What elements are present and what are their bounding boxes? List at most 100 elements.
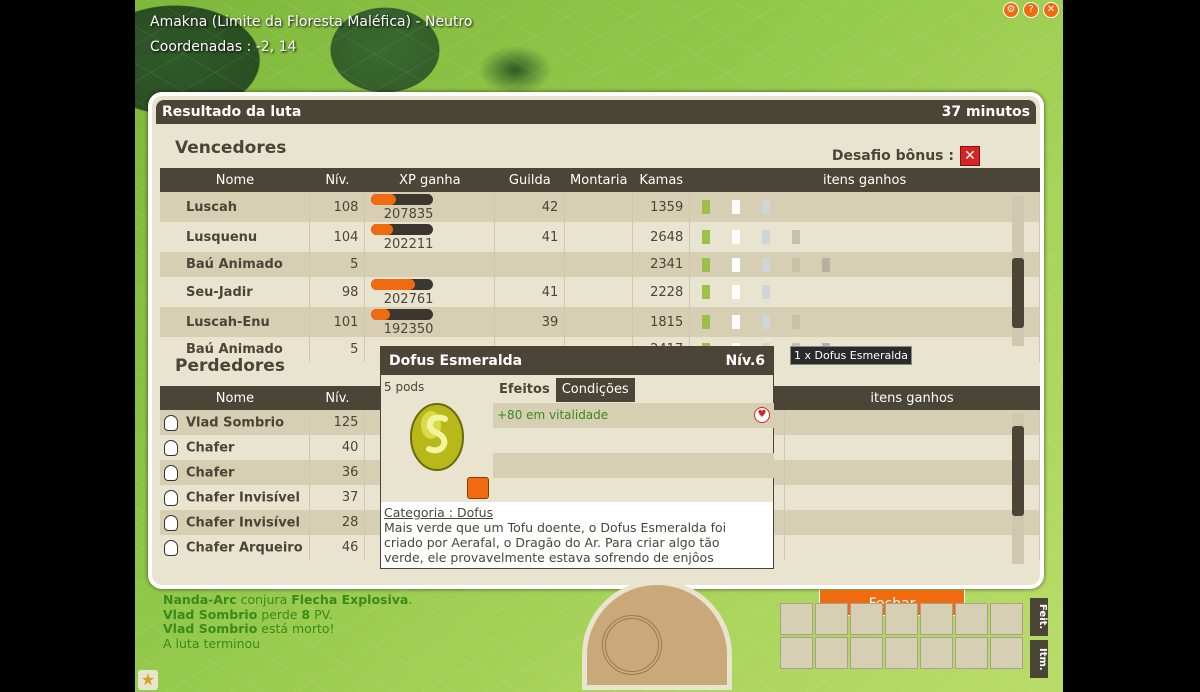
cell-name[interactable]: Vlad Sombrio	[160, 410, 311, 435]
cell-name[interactable]: Baú Animado	[160, 252, 311, 277]
inv-slot[interactable]	[920, 603, 953, 635]
inv-slot[interactable]	[885, 637, 918, 669]
skull-icon	[164, 439, 178, 456]
loot-item-icon[interactable]	[786, 315, 807, 329]
loot-item-icon[interactable]	[726, 200, 747, 214]
loot-item-icon[interactable]	[756, 257, 777, 272]
winners-scrollbar[interactable]	[1012, 196, 1024, 346]
loot-item-icon[interactable]	[726, 257, 747, 272]
cell-name[interactable]: Chafer Invisível	[160, 485, 311, 510]
cell-xp: 207835	[364, 192, 496, 222]
loot-item-icon[interactable]	[696, 315, 717, 329]
inv-slot[interactable]	[815, 637, 848, 669]
inv-slot[interactable]	[815, 603, 848, 635]
cell-name[interactable]: Chafer Invisível	[160, 510, 311, 535]
tab-itens[interactable]: Itm.	[1030, 640, 1048, 678]
col-items[interactable]: itens ganhos	[689, 168, 1040, 192]
cell-mount	[564, 252, 634, 277]
loot-item-icon[interactable]	[696, 257, 717, 272]
cell-name[interactable]: Chafer	[160, 435, 311, 460]
loot-item-icon[interactable]	[816, 257, 837, 272]
tab-feitos[interactable]: Feit.	[1030, 598, 1048, 636]
col-guild[interactable]: Guilda	[494, 168, 565, 192]
col-kamas[interactable]: Kamas	[632, 168, 690, 192]
cell-name[interactable]: Luscah	[160, 192, 311, 222]
cell-name[interactable]: Seu-Jadir	[160, 277, 311, 307]
item-popup-header: Dofus Esmeralda Nív.6	[381, 347, 773, 375]
col-name[interactable]: Nome	[160, 168, 310, 192]
cell-name[interactable]: Lusquenu	[160, 222, 311, 252]
chat-text: conjura	[236, 592, 292, 607]
inv-slot[interactable]	[885, 603, 918, 635]
loot-item-icon[interactable]	[786, 230, 807, 244]
tab-conditions[interactable]: Condições	[555, 378, 635, 402]
cell-kamas: 2341	[632, 252, 691, 277]
help-icon[interactable]: ?	[1023, 2, 1039, 18]
xp-value: 207835	[383, 207, 434, 222]
col-level[interactable]: Nív.	[309, 386, 365, 410]
col-items[interactable]: itens ganhos	[784, 386, 1040, 410]
loot-item-icon[interactable]	[696, 285, 717, 299]
inv-slot[interactable]	[955, 603, 988, 635]
inv-slot[interactable]	[920, 637, 953, 669]
inv-slot[interactable]	[990, 637, 1023, 669]
chat-text: está morto!	[257, 621, 335, 636]
cell-level: 40	[309, 435, 366, 460]
winners-title: Vencedores	[175, 138, 287, 158]
losers-scrollbar[interactable]	[1012, 414, 1024, 564]
cell-level: 101	[309, 307, 366, 337]
item-tabs: Efeitos Condições	[493, 378, 635, 402]
inv-slot[interactable]	[780, 603, 813, 635]
dialog-title: Resultado da luta	[162, 104, 302, 120]
cell-kamas: 1815	[632, 307, 691, 337]
cell-items	[689, 252, 1040, 277]
item-tooltip: 1 x Dofus Esmeralda	[790, 346, 912, 365]
cell-name[interactable]: Chafer	[160, 460, 311, 485]
loot-item-icon[interactable]	[696, 230, 717, 244]
inv-slot[interactable]	[850, 603, 883, 635]
loot-item-icon[interactable]	[726, 315, 747, 329]
cell-items	[784, 535, 1040, 560]
dofus-esmeralda-icon	[410, 403, 464, 471]
zoom-icon[interactable]	[467, 477, 489, 499]
xp-value: 202761	[383, 292, 434, 307]
loot-item-icon[interactable]	[756, 200, 777, 214]
favorite-star-icon[interactable]: ★	[138, 670, 158, 690]
cell-level: 125	[309, 410, 366, 435]
chat-line: A luta terminou	[163, 635, 261, 651]
cell-name[interactable]: Chafer Arqueiro	[160, 535, 311, 560]
winner-row: Luscah-Enu 101 192350 39 1815	[160, 307, 1040, 337]
col-xp[interactable]: XP ganha	[364, 168, 495, 192]
skull-icon	[164, 464, 178, 481]
loot-item-icon[interactable]	[696, 200, 717, 214]
loot-item-icon[interactable]	[756, 230, 777, 244]
minimap-feature	[602, 615, 662, 675]
chat-actor[interactable]: Vlad Sombrio	[163, 621, 257, 636]
skull-icon	[164, 539, 178, 556]
options-icon[interactable]: ⚙	[1003, 2, 1019, 18]
loser-name: Chafer Arqueiro	[186, 540, 303, 555]
loot-item-icon[interactable]	[756, 315, 777, 329]
col-mount[interactable]: Montaria	[564, 168, 633, 192]
close-icon[interactable]: ✕	[1043, 2, 1059, 18]
window-buttons: ⚙ ? ✕	[1003, 2, 1059, 18]
inv-slot[interactable]	[955, 637, 988, 669]
chat-actor[interactable]: Nanda-Arc	[163, 592, 237, 607]
item-level: Nív.6	[725, 353, 765, 369]
col-level[interactable]: Nív.	[309, 168, 365, 192]
col-name[interactable]: Nome	[160, 386, 310, 410]
cell-name[interactable]: Luscah-Enu	[160, 307, 311, 337]
inv-slot[interactable]	[990, 603, 1023, 635]
loot-item-icon[interactable]	[756, 285, 777, 299]
chat-spell[interactable]: Flecha Explosiva	[291, 592, 408, 607]
loot-item-icon[interactable]	[726, 285, 747, 299]
inv-slot[interactable]	[850, 637, 883, 669]
xp-value: 192350	[383, 322, 434, 337]
tab-effects[interactable]: Efeitos	[493, 378, 556, 402]
cell-items	[784, 435, 1040, 460]
loot-item-icon[interactable]	[726, 230, 747, 244]
loot-item-icon[interactable]	[786, 257, 807, 272]
chat-actor[interactable]: Vlad Sombrio	[163, 607, 257, 622]
cell-guild	[494, 252, 566, 277]
inv-slot[interactable]	[780, 637, 813, 669]
